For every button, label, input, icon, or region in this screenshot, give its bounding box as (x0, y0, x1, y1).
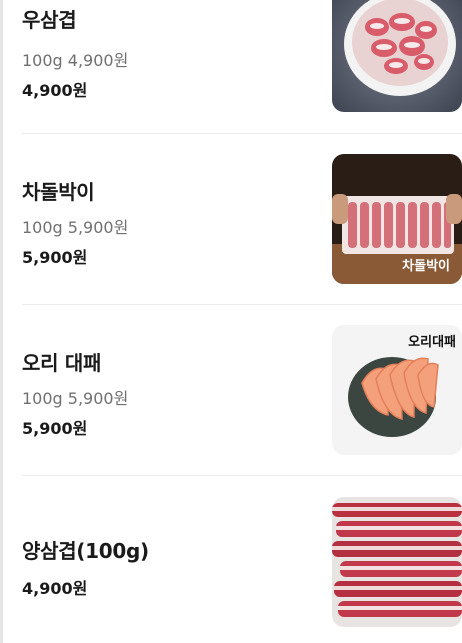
menu-item-name: 우삼겹 (22, 8, 77, 32)
sliced-beef-plate-image (332, 0, 462, 112)
menu-item-image[interactable]: 오리대패 (332, 325, 462, 455)
menu-item-price: 4,900원 (22, 579, 88, 598)
image-caption: 오리대패 (408, 335, 456, 350)
lamb-belly-slices-image (332, 497, 462, 627)
menu-item-usamgyeop[interactable]: 우삼겹 100g 4,900원 4,900원 (0, 0, 462, 134)
menu-item-name: 차돌박이 (22, 180, 95, 204)
menu-item-image[interactable] (332, 497, 462, 627)
menu-item-ori-daepae[interactable]: 오리 대패 100g 5,900원 5,900원 오리대패 (0, 305, 462, 476)
menu-item-price: 5,900원 (22, 248, 88, 267)
menu-item-desc: 100g 5,900원 (22, 218, 129, 237)
menu-item-yangsamgyeop[interactable]: 양삼겹(100g) 4,900원 (0, 476, 462, 643)
menu-item-chadolbagi[interactable]: 차돌박이 100g 5,900원 5,900원 차돌박이 (0, 134, 462, 305)
menu-item-desc: 100g 5,900원 (22, 389, 129, 408)
menu-item-price: 4,900원 (22, 81, 88, 100)
menu-item-image[interactable]: 차돌박이 (332, 154, 462, 284)
menu-item-name: 양삼겹(100g) (22, 539, 149, 563)
image-caption: 차돌박이 (402, 259, 450, 274)
menu-item-desc: 100g 4,900원 (22, 51, 129, 70)
menu-item-price: 5,900원 (22, 419, 88, 438)
menu-item-image[interactable] (332, 0, 462, 112)
menu-item-name: 오리 대패 (22, 351, 102, 375)
